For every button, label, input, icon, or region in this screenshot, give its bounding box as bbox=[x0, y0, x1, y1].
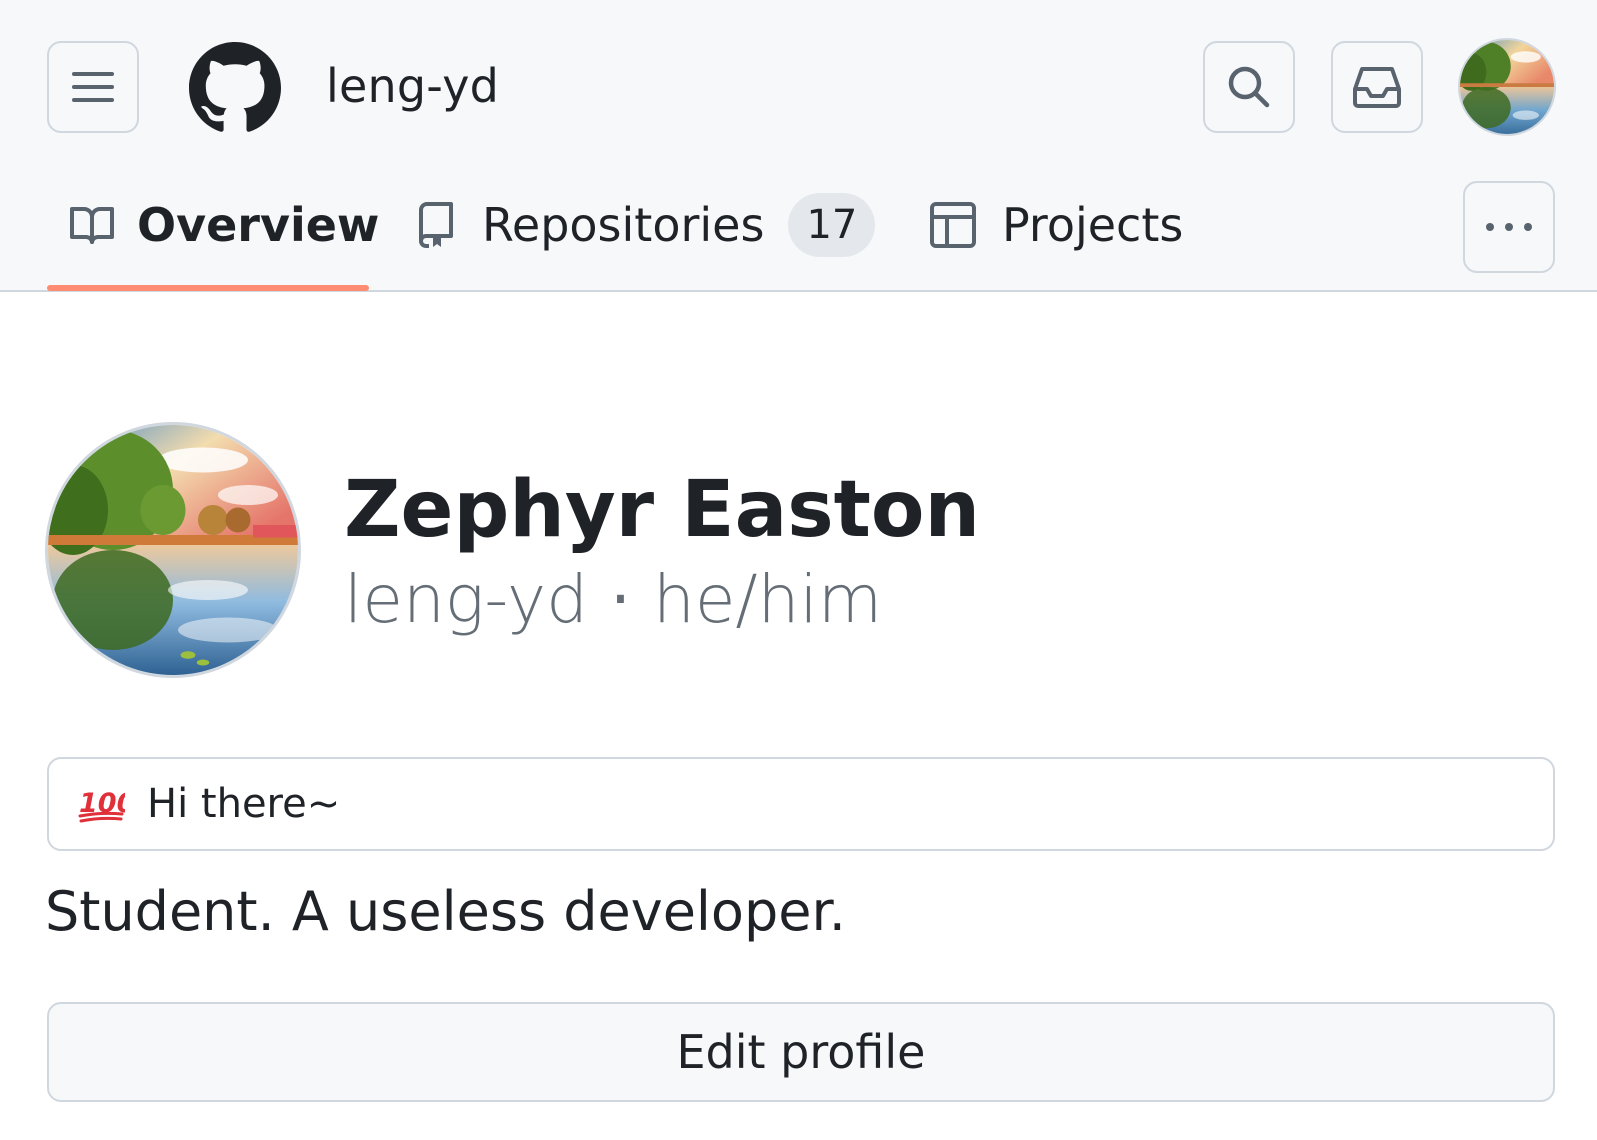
app-header: leng-yd Overview Repositories 17 Project… bbox=[0, 0, 1597, 292]
repositories-count-badge: 17 bbox=[788, 193, 876, 257]
kebab-horizontal-icon bbox=[1486, 223, 1532, 231]
edit-profile-button[interactable]: Edit profile bbox=[47, 1002, 1555, 1102]
tab-repositories[interactable]: Repositories 17 bbox=[418, 180, 876, 270]
landscape-avatar-image bbox=[48, 425, 298, 675]
tab-overview-label: Overview bbox=[137, 198, 380, 252]
search-button[interactable] bbox=[1203, 41, 1295, 133]
menu-button[interactable] bbox=[47, 41, 139, 133]
user-avatar[interactable] bbox=[1458, 38, 1556, 136]
hundred-points-icon: 100 bbox=[75, 778, 127, 830]
tab-projects[interactable]: Projects bbox=[930, 180, 1183, 270]
inbox-icon bbox=[1353, 67, 1401, 108]
landscape-avatar-image bbox=[1460, 40, 1554, 134]
separator-dot: · bbox=[610, 561, 631, 638]
profile-login-line: leng-yd · he/him bbox=[344, 560, 882, 640]
profile-tabs: Overview Repositories 17 Projects bbox=[0, 180, 1597, 292]
profile-avatar[interactable] bbox=[45, 422, 301, 678]
profile-pronouns: he/him bbox=[652, 561, 883, 638]
hamburger-icon bbox=[72, 72, 114, 102]
profile-login: leng-yd bbox=[344, 561, 588, 638]
status-text: Hi there~ bbox=[147, 781, 341, 827]
search-icon bbox=[1228, 66, 1270, 108]
profile-full-name: Zephyr Easton bbox=[344, 465, 981, 555]
inbox-button[interactable] bbox=[1331, 41, 1423, 133]
user-status-button[interactable]: 100 Hi there~ bbox=[47, 757, 1555, 851]
header-username[interactable]: leng-yd bbox=[326, 54, 499, 118]
tab-repositories-label: Repositories bbox=[482, 198, 765, 252]
repo-icon bbox=[419, 202, 453, 248]
profile-bio: Student. A useless developer. bbox=[45, 880, 846, 943]
more-tabs-button[interactable] bbox=[1463, 181, 1555, 273]
table-icon bbox=[930, 202, 976, 248]
selected-tab-indicator bbox=[47, 285, 369, 291]
tab-overview[interactable]: Overview bbox=[69, 180, 379, 270]
github-logo-icon[interactable] bbox=[189, 42, 281, 134]
tab-projects-label: Projects bbox=[1002, 198, 1184, 252]
book-icon bbox=[70, 207, 114, 244]
